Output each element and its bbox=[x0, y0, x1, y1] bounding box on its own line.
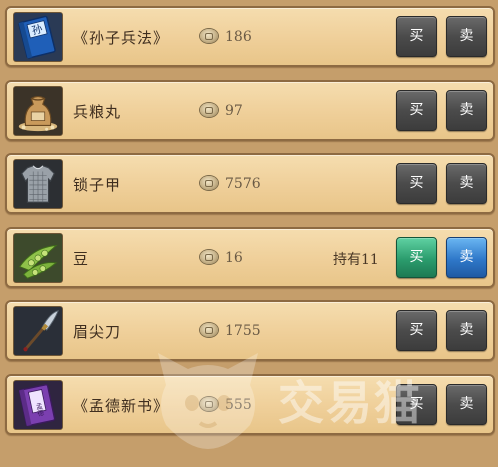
item-name: 豆 bbox=[73, 250, 90, 268]
buy-button[interactable]: 买 bbox=[396, 163, 437, 204]
coin-icon bbox=[200, 397, 218, 411]
shop-item-list: 孙 《孙子兵法》 186 买 卖 兵粮丸 97 买 卖 锁子甲 7576 买 卖… bbox=[0, 0, 498, 467]
item-price: 555 bbox=[225, 397, 252, 413]
shop-item-row[interactable]: 豆 16 持有11 买 卖 bbox=[5, 227, 495, 288]
sell-button[interactable]: 卖 bbox=[446, 90, 487, 131]
shop-item-row[interactable]: 眉尖刀 1755 买 卖 bbox=[5, 300, 495, 361]
shop-item-row[interactable]: 锁子甲 7576 买 卖 bbox=[5, 153, 495, 214]
coin-icon bbox=[200, 323, 218, 337]
buy-button[interactable]: 买 bbox=[396, 237, 437, 278]
buy-button[interactable]: 买 bbox=[396, 310, 437, 351]
blue-book-icon: 孙 bbox=[13, 12, 63, 62]
sell-button[interactable]: 卖 bbox=[446, 310, 487, 351]
sell-button[interactable]: 卖 bbox=[446, 237, 487, 278]
buy-button[interactable]: 买 bbox=[396, 16, 437, 57]
shop-item-row[interactable]: 兵粮丸 97 买 卖 bbox=[5, 80, 495, 141]
chainmail-armor-icon bbox=[13, 159, 63, 209]
item-name: 《孙子兵法》 bbox=[73, 29, 170, 47]
item-price: 97 bbox=[225, 103, 243, 119]
item-price: 186 bbox=[225, 29, 252, 45]
coin-icon bbox=[200, 29, 218, 43]
sell-button[interactable]: 卖 bbox=[446, 163, 487, 204]
shop-item-row[interactable]: 孙 《孙子兵法》 186 买 卖 bbox=[5, 6, 495, 67]
coin-icon bbox=[200, 103, 218, 117]
item-price: 1755 bbox=[225, 323, 261, 339]
item-price: 16 bbox=[225, 250, 243, 266]
buy-button[interactable]: 买 bbox=[396, 90, 437, 131]
sell-button[interactable]: 卖 bbox=[446, 16, 487, 57]
glaive-icon bbox=[13, 306, 63, 356]
item-holding-count: 持有11 bbox=[333, 252, 379, 268]
coin-icon bbox=[200, 250, 218, 264]
item-price: 7576 bbox=[225, 176, 261, 192]
grain-sack-icon bbox=[13, 86, 63, 136]
shop-item-row[interactable]: 孟德 《孟德新书》 555 买 卖 bbox=[5, 374, 495, 435]
item-name: 兵粮丸 bbox=[73, 103, 122, 121]
sell-button[interactable]: 卖 bbox=[446, 384, 487, 425]
bean-pod-icon bbox=[13, 233, 63, 283]
item-name: 《孟德新书》 bbox=[73, 397, 170, 415]
coin-icon bbox=[200, 176, 218, 190]
item-name: 锁子甲 bbox=[73, 176, 122, 194]
buy-button[interactable]: 买 bbox=[396, 384, 437, 425]
item-name: 眉尖刀 bbox=[73, 323, 122, 341]
purple-book-icon: 孟德 bbox=[13, 380, 63, 430]
